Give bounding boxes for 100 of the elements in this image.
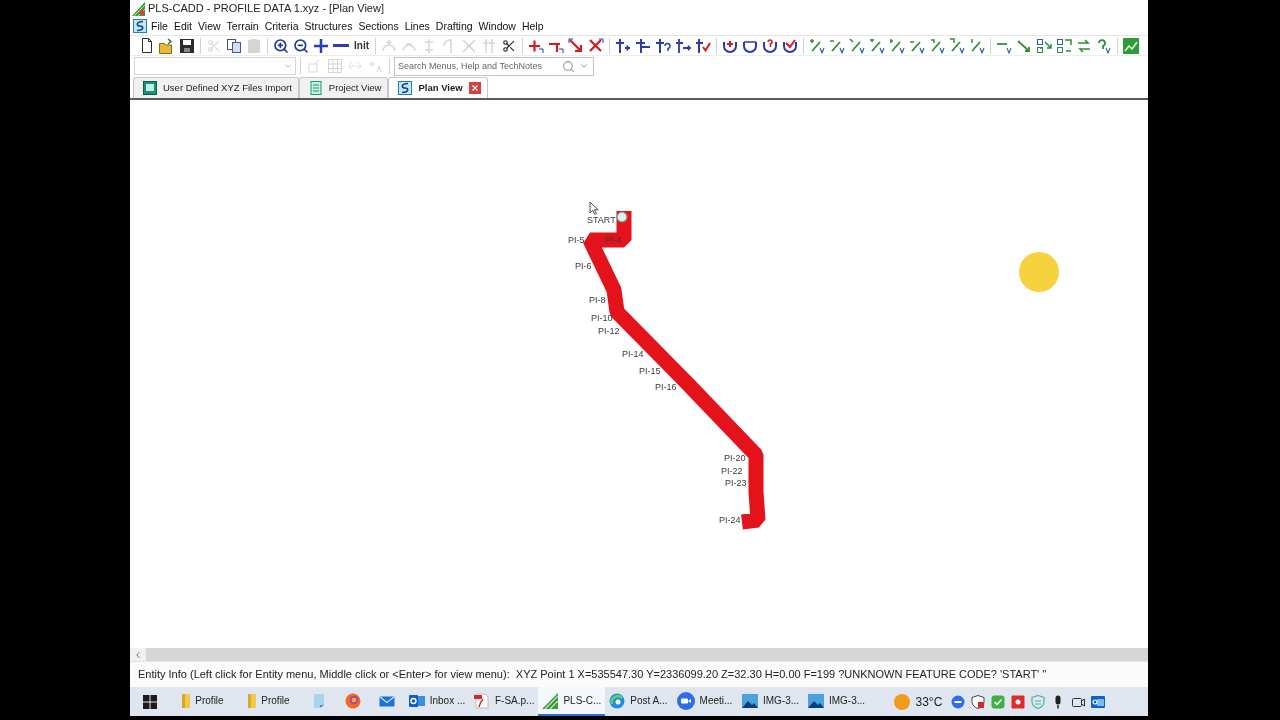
slash-mark-icon	[849, 37, 865, 54]
sun-icon	[893, 693, 910, 710]
mouse-pointer-icon	[589, 201, 599, 215]
point-label: PI-12	[598, 326, 620, 336]
dropdown-field[interactable]	[134, 57, 296, 75]
folder-icon	[159, 37, 175, 54]
menu-item[interactable]: View	[195, 18, 224, 34]
toolbar-button[interactable]	[653, 36, 673, 55]
menu-item[interactable]: Lines	[401, 18, 433, 34]
app-logo-icon	[132, 1, 145, 16]
shield-icon	[971, 694, 986, 709]
slash-mark-icon	[949, 37, 965, 54]
plus-icon	[313, 37, 329, 54]
curve-tile-icon	[133, 19, 147, 33]
toolbar-button[interactable]	[633, 36, 653, 55]
menu-item[interactable]: Structures	[301, 18, 356, 34]
list-icon	[308, 81, 323, 95]
tab[interactable]: User Defined XYZ Files Import	[133, 77, 299, 98]
toolbar-button[interactable]	[271, 36, 291, 55]
shield-outline-icon	[1031, 694, 1046, 709]
pole-check-icon	[695, 37, 711, 54]
pole-dash-icon	[635, 37, 651, 54]
point-label: PI-14	[622, 349, 644, 359]
taskbar-app[interactable]: Profile	[170, 687, 236, 716]
minus-icon	[333, 44, 349, 47]
toolbar-button[interactable]	[613, 36, 633, 55]
diagonal-arrow-icon	[568, 37, 584, 54]
close-icon	[471, 85, 478, 91]
toolbar-button[interactable]	[224, 36, 244, 55]
minus-circle-icon	[951, 694, 966, 709]
four-panes-icon	[143, 694, 157, 709]
curve-tile-icon	[398, 81, 413, 95]
image-icon	[807, 692, 824, 709]
point-label: PI-23	[725, 478, 747, 488]
ringed-circle-icon	[345, 692, 361, 709]
toolbar-button[interactable]	[1034, 36, 1054, 55]
menu-item[interactable]: Terrain	[223, 18, 262, 34]
close-tab-button[interactable]	[468, 82, 481, 94]
diagonal-arrow-icon	[1016, 37, 1032, 54]
blank-page-icon	[141, 38, 153, 53]
folder-icon	[182, 692, 191, 709]
slash-mark-icon	[869, 37, 885, 54]
zoom-out-icon	[293, 37, 309, 54]
init-button[interactable]: Init	[351, 36, 372, 55]
corner-box-icon	[1036, 37, 1052, 54]
tab[interactable]: Plan View	[388, 77, 488, 98]
toolbar-button[interactable]	[693, 36, 713, 55]
slash-mark-icon	[929, 37, 945, 54]
taskbar-app[interactable]: Meeti...	[671, 687, 738, 716]
point-label: PI-5	[568, 235, 585, 245]
plus-caret-icon	[367, 58, 383, 74]
taskbar-app[interactable]: F-SA.p...	[470, 687, 539, 716]
point-label: PI-22	[721, 466, 743, 476]
window-title: PLS-CADD - PROFILE DATA 1.xyz - [Plan View]	[148, 3, 384, 14]
taskbar-app[interactable]: PLS-C...	[538, 687, 606, 716]
image-icon	[741, 692, 758, 709]
toolbar-button[interactable]	[760, 36, 780, 55]
menu-item[interactable]: Edit	[170, 18, 195, 34]
toolbar-button[interactable]	[311, 36, 331, 55]
weather-widget[interactable]: 33°C	[893, 687, 949, 716]
file-icon	[474, 692, 490, 709]
node-tool-icon	[481, 37, 497, 54]
slash-mark-icon	[969, 37, 985, 54]
toolbar-button[interactable]	[291, 36, 311, 55]
chart-tile-icon	[1123, 37, 1139, 54]
menu-item[interactable]: Window	[475, 18, 519, 34]
tab[interactable]: Project View	[298, 77, 389, 98]
swap-arrows-icon	[1076, 37, 1092, 54]
menu-item[interactable]: Drafting	[432, 18, 476, 34]
taskbar-app[interactable]: Profile	[236, 687, 302, 716]
panel-icon	[143, 81, 157, 95]
grid-icon	[327, 58, 343, 74]
menu-item[interactable]: Criteria	[261, 18, 302, 34]
sag-check-icon	[782, 37, 798, 54]
search-field[interactable]: Search Menus, Help and TechNotes	[394, 56, 594, 76]
clipboard-icon	[246, 37, 262, 54]
app-logo-icon	[542, 692, 559, 709]
zoom-in-icon	[273, 37, 289, 54]
menu-item[interactable]: File	[148, 18, 171, 34]
cursor-highlight-icon	[1019, 252, 1059, 292]
toolbar-button[interactable]	[673, 36, 693, 55]
scissors-icon	[502, 38, 516, 53]
point-label: PI-24	[719, 515, 741, 525]
start-marker-icon	[616, 211, 628, 223]
toolbar-button[interactable]	[177, 36, 197, 55]
horizontal-scrollbar[interactable]	[146, 648, 1148, 661]
cross-marker-icon	[588, 37, 604, 54]
folder-icon	[248, 692, 257, 709]
ring-tile-icon	[1091, 694, 1106, 709]
menu-item[interactable]: Sections	[355, 18, 402, 34]
menu-item[interactable]: Help	[518, 18, 547, 34]
slash-mark-icon	[889, 37, 905, 54]
taskbar-app[interactable]: IMG-3...	[803, 687, 870, 716]
toolbar-button[interactable]	[1054, 36, 1074, 55]
taskbar-app[interactable]: Inbox ...	[404, 687, 470, 716]
copy-icon	[226, 37, 242, 54]
taskbar-app[interactable]: Post A...	[605, 687, 672, 716]
point-label: PI-20	[724, 453, 746, 463]
point-label: PI-4	[605, 235, 622, 245]
taskbar-app[interactable]: IMG-3...	[737, 687, 804, 716]
